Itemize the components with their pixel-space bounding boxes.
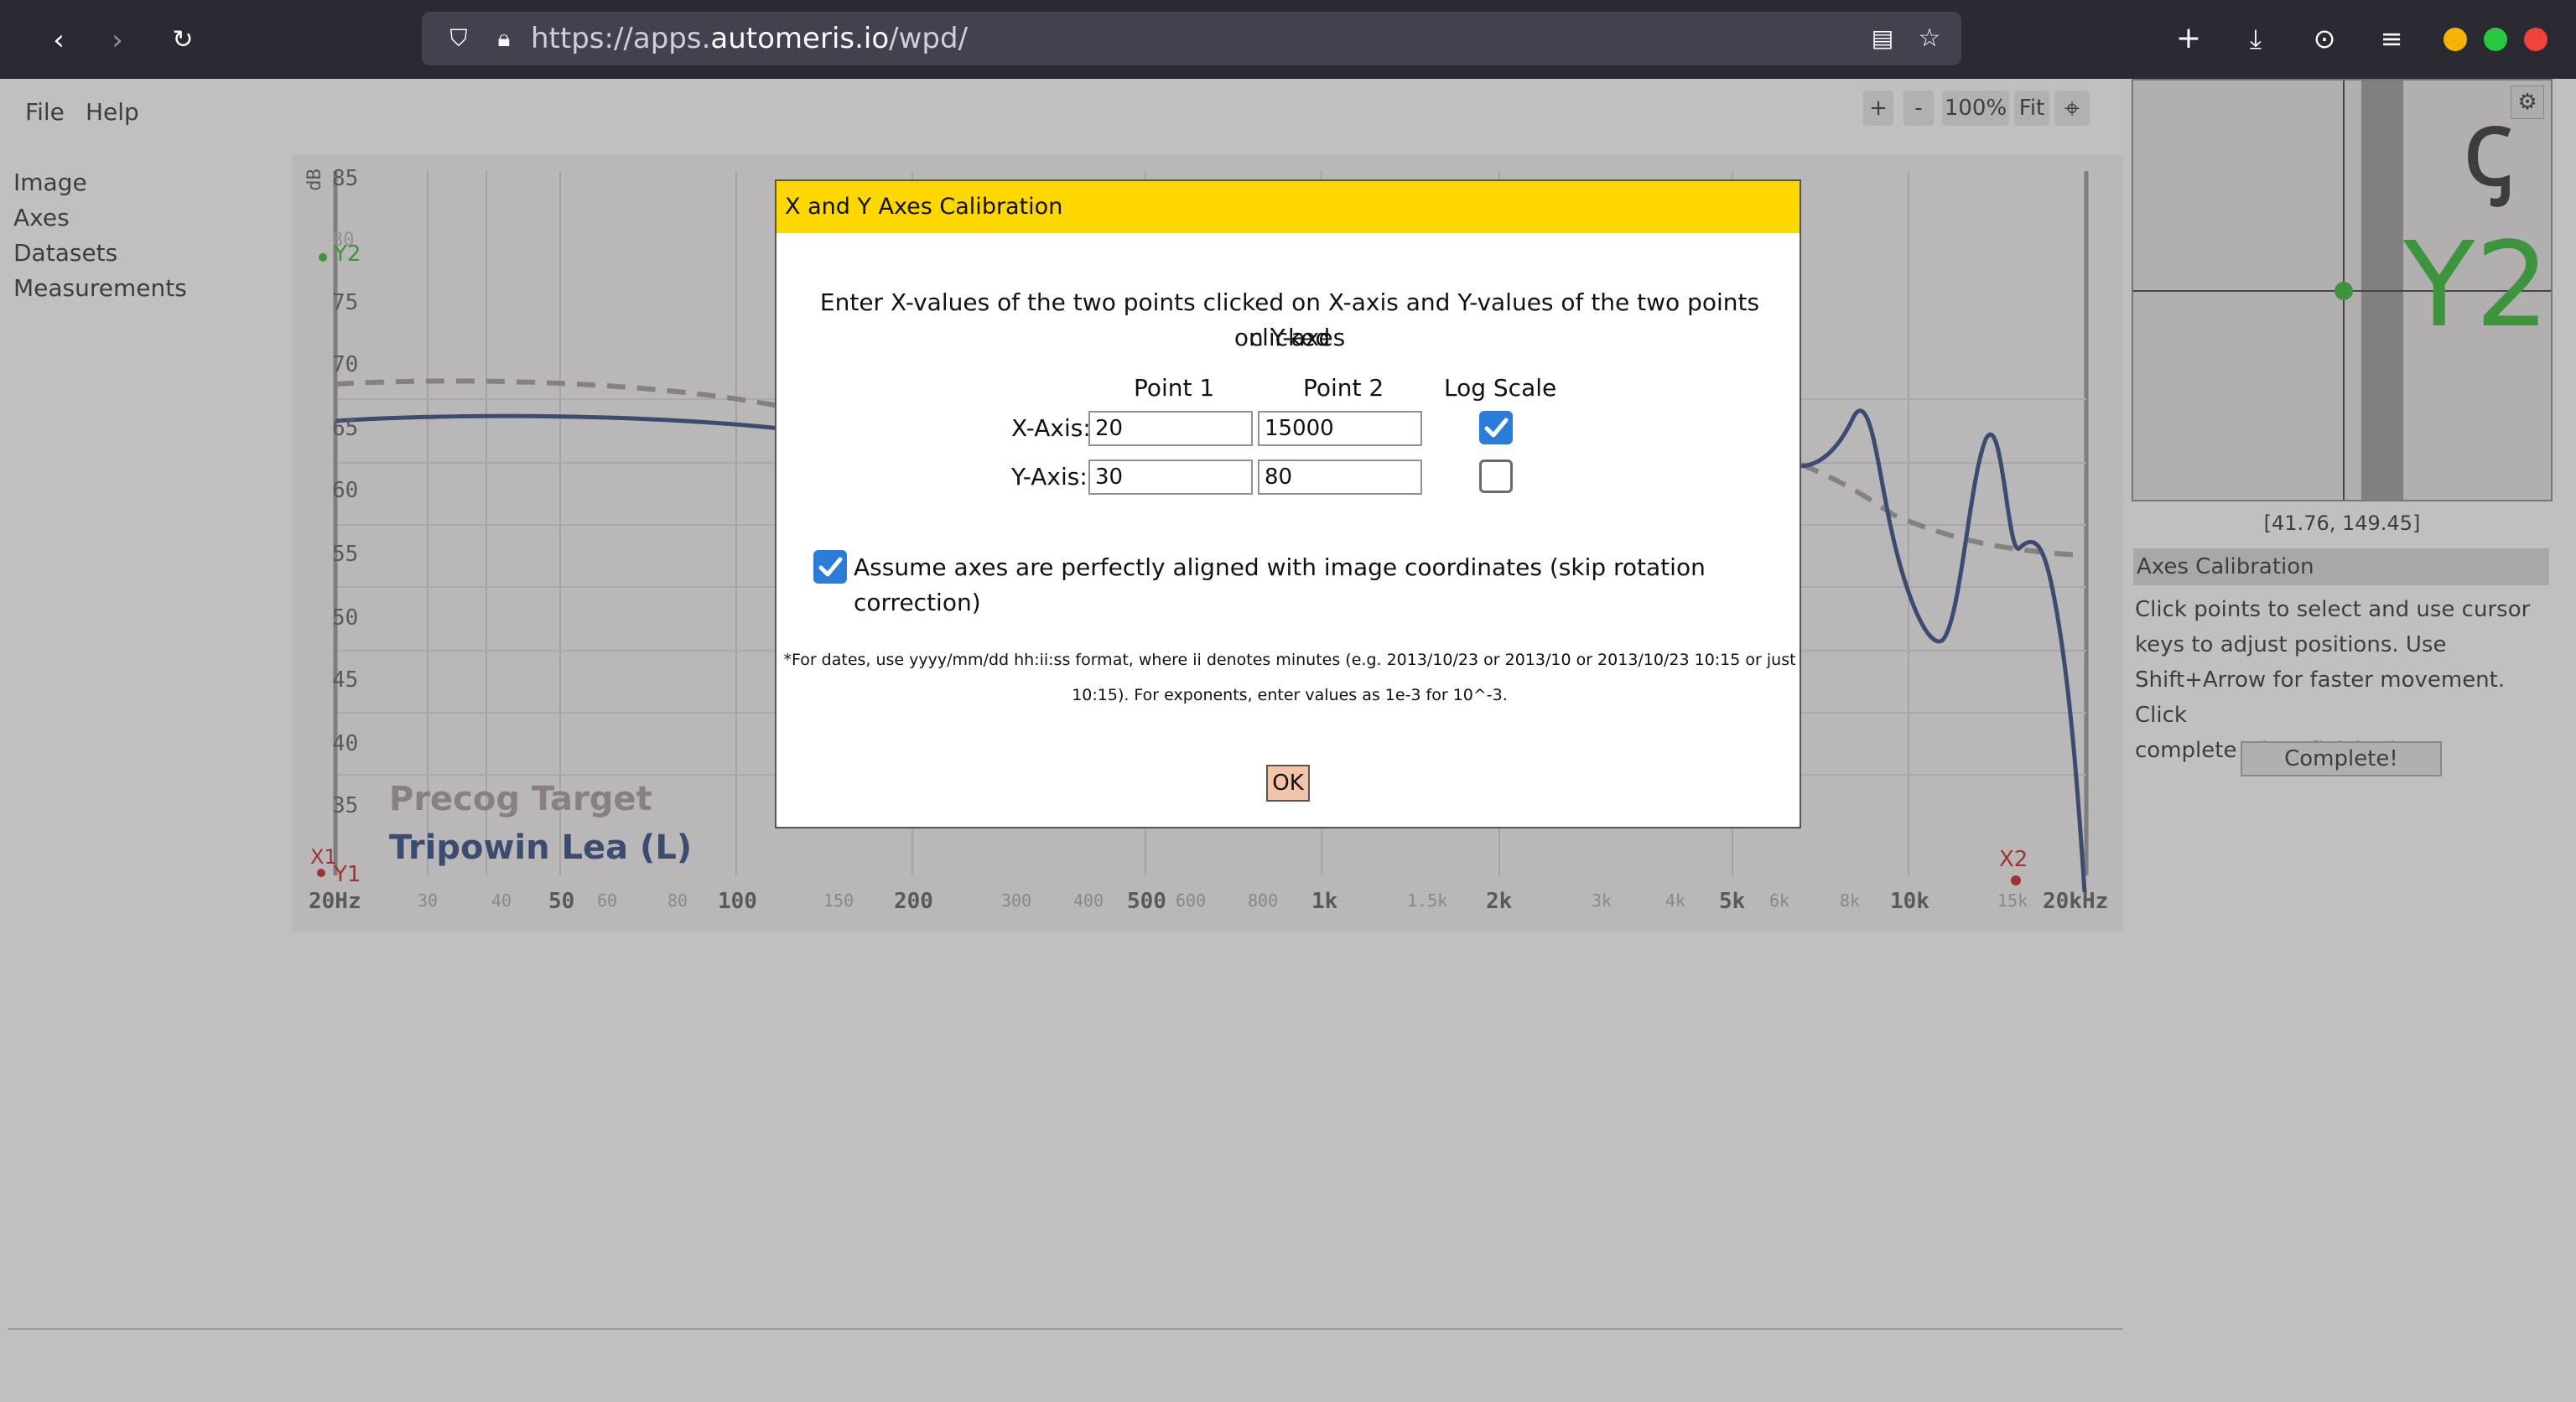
reload-icon[interactable]: ↻ (161, 18, 205, 62)
checkmark-icon (818, 557, 843, 577)
axes-calibration-dialog: X and Y Axes Calibration Enter X-values … (775, 179, 1801, 828)
dialog-note-cont: 10:15). For exponents, enter values as 1… (1072, 686, 1508, 704)
checkmark-icon (1484, 418, 1509, 438)
dialog-note: *For dates, use yyyy/mm/dd hh:ii:ss form… (783, 651, 1796, 669)
app-menu-icon[interactable]: ≡ (2373, 22, 2410, 55)
download-icon[interactable]: ⤓ (2237, 22, 2274, 55)
shield-icon[interactable]: ⛉ (440, 22, 477, 55)
ok-button[interactable]: OK (1266, 765, 1310, 802)
y-point2-input[interactable]: 80 (1258, 460, 1422, 495)
y-point1-input[interactable]: 30 (1088, 460, 1253, 495)
minimize-button[interactable] (2444, 28, 2467, 51)
col-log-header: Log Scale (1444, 374, 1557, 402)
x-point1-input[interactable]: 20 (1088, 411, 1253, 446)
assume-aligned-checkbox[interactable] (813, 550, 847, 584)
reader-view-icon[interactable]: ▤ (1864, 22, 1901, 55)
new-tab-icon[interactable]: + (2170, 22, 2207, 55)
back-icon[interactable]: ‹ (37, 18, 80, 62)
y-log-scale-checkbox[interactable] (1479, 460, 1513, 493)
y-axis-label: Y-Axis: (1011, 463, 1088, 491)
account-icon[interactable]: ⊙ (2306, 22, 2343, 55)
x-point2-input[interactable]: 15000 (1258, 411, 1422, 446)
bookmark-star-icon[interactable]: ☆ (1911, 22, 1948, 55)
close-window-button[interactable] (2524, 28, 2547, 51)
url-text[interactable]: https://apps.automeris.io/wpd/ (531, 20, 968, 57)
col-point2-header: Point 2 (1303, 374, 1384, 402)
x-log-scale-checkbox[interactable] (1479, 411, 1513, 444)
forward-icon[interactable]: › (96, 18, 139, 62)
maximize-button[interactable] (2484, 28, 2507, 51)
address-bar[interactable]: ⛉ 🔒︎ https://apps.automeris.io/wpd/ ▤ ☆ (422, 12, 1961, 65)
dialog-title: X and Y Axes Calibration (776, 181, 1800, 233)
x-axis-label: X-Axis: (1011, 414, 1091, 442)
col-point1-header: Point 1 (1134, 374, 1215, 402)
assume-aligned-label[interactable]: Assume axes are perfectly aligned with i… (854, 550, 1800, 621)
lock-icon[interactable]: 🔒︎ (486, 22, 522, 55)
browser-toolbar: ‹ › ↻ ⛉ 🔒︎ https://apps.automeris.io/wpd… (0, 0, 2576, 79)
dialog-instruction-cont: on Y-axes (1233, 324, 1346, 351)
